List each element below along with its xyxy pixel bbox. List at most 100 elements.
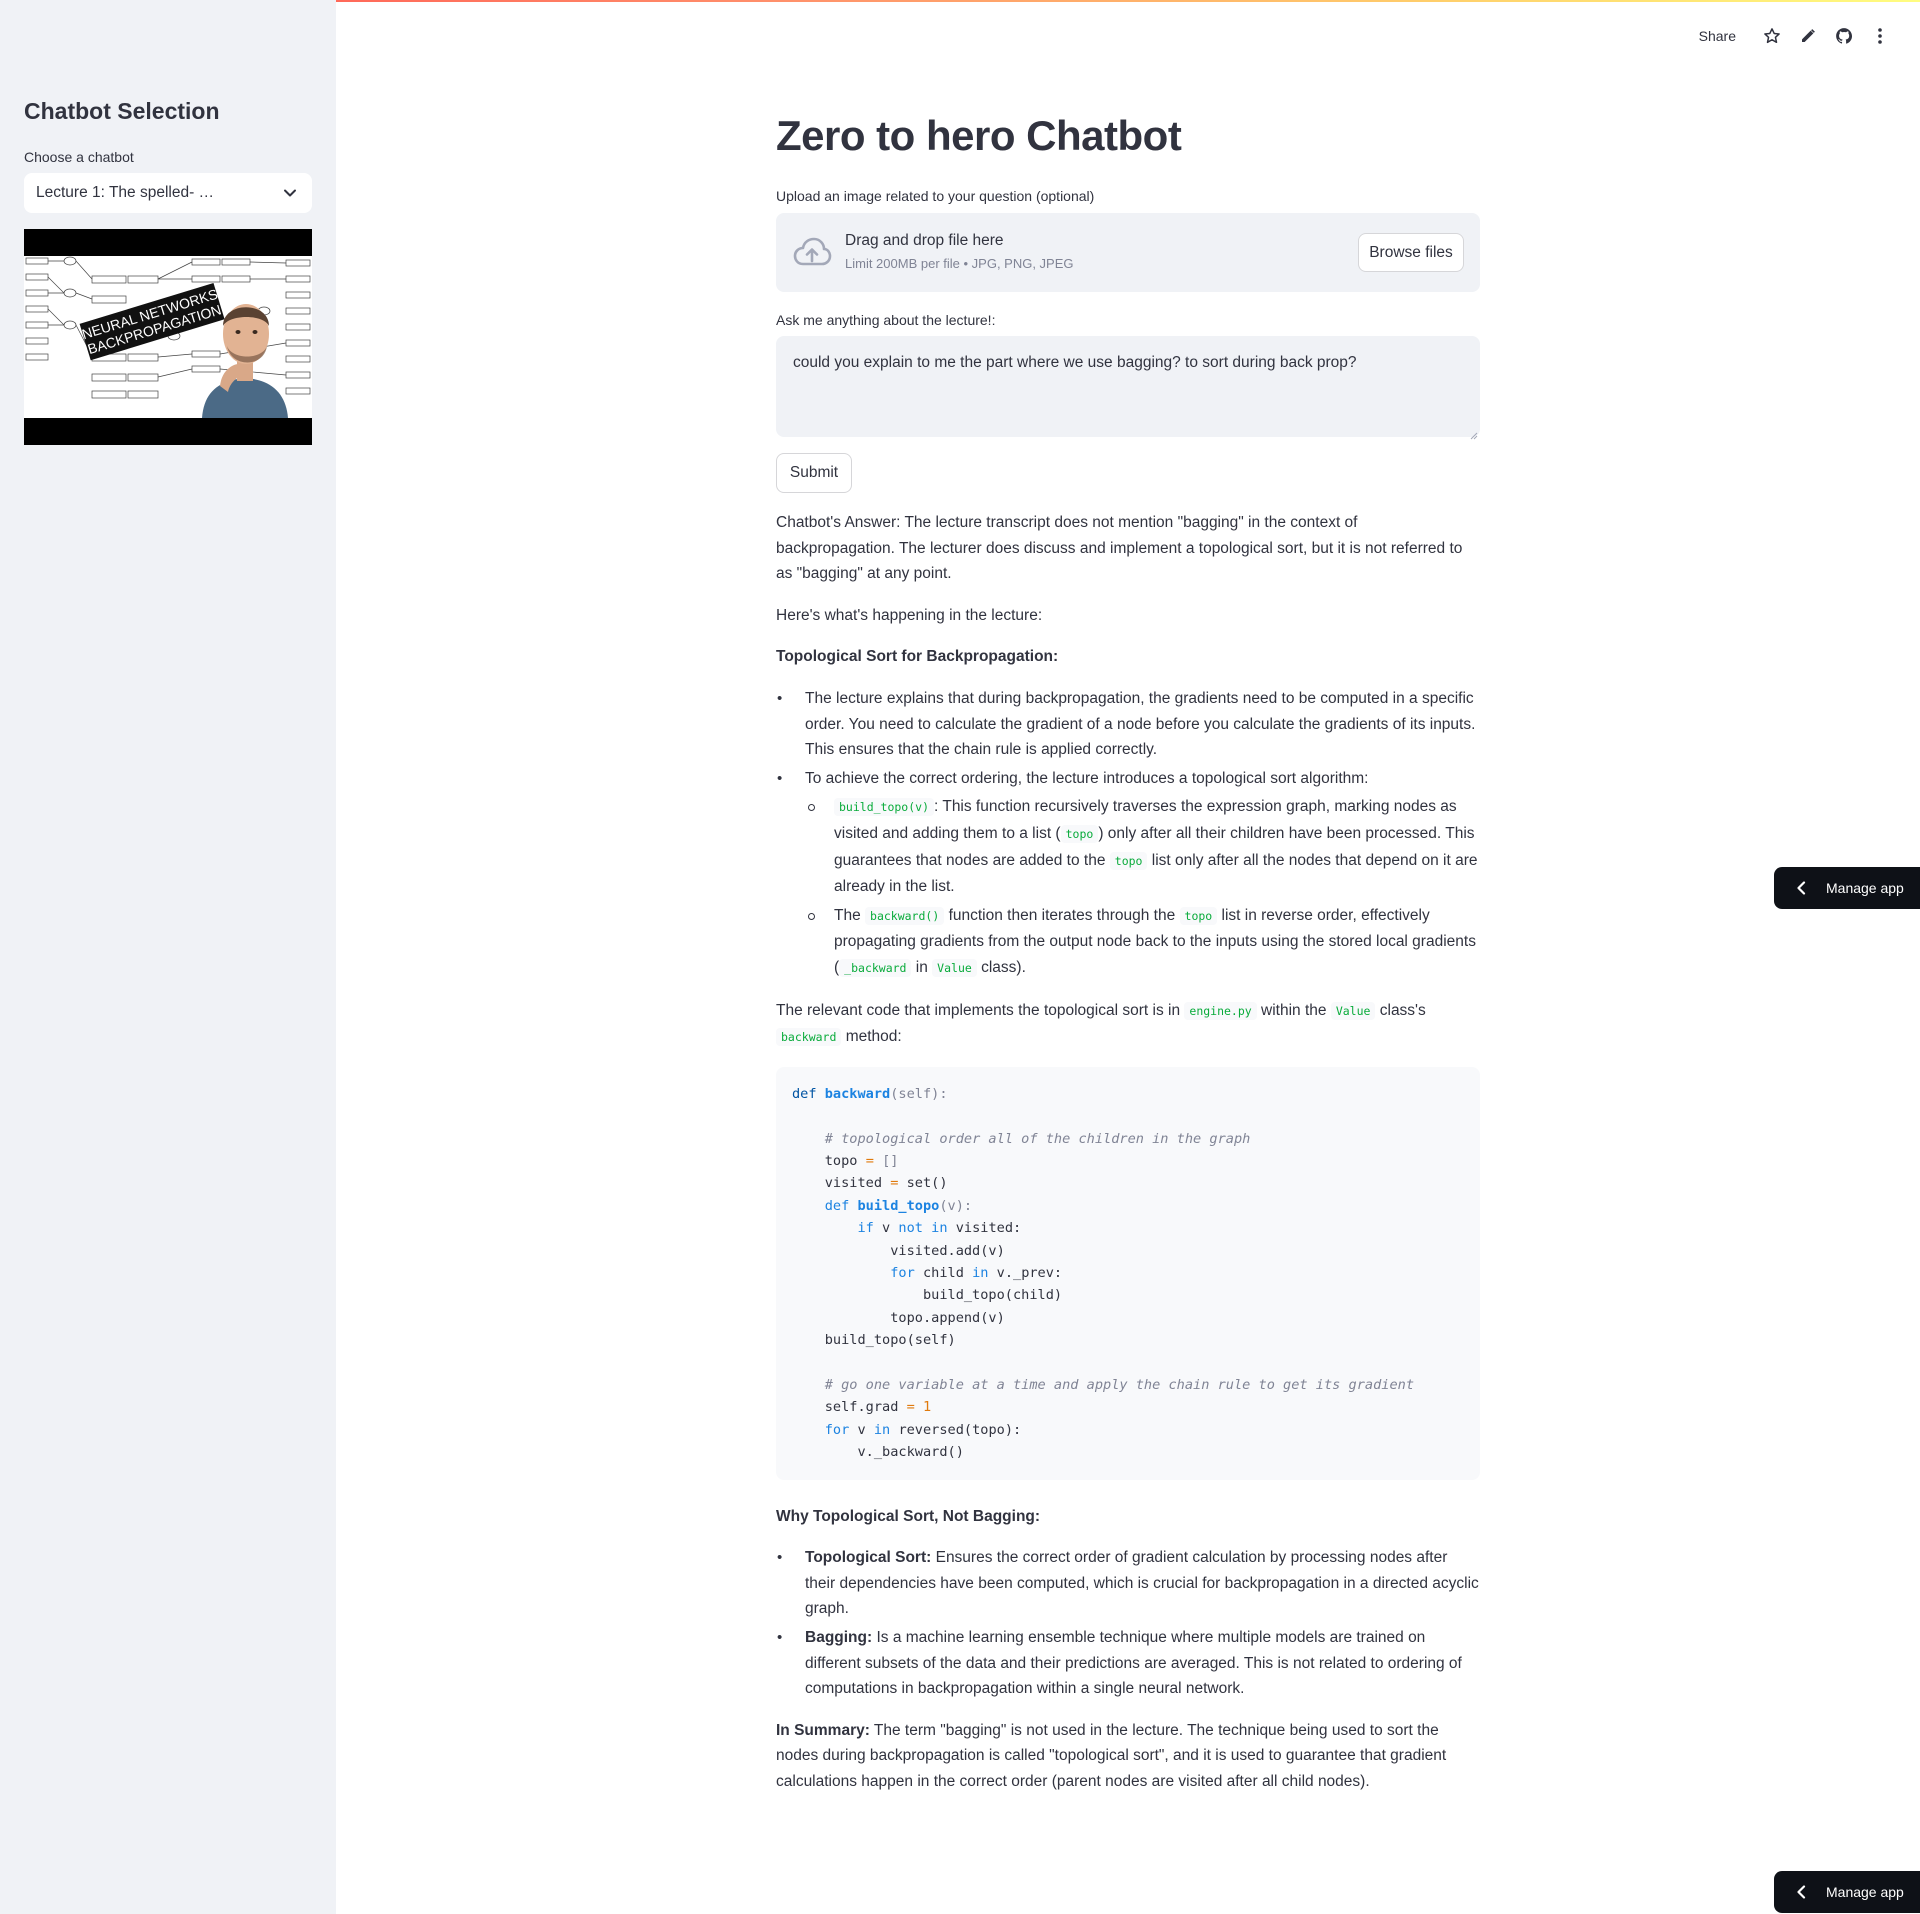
code-token: def (792, 1085, 817, 1102)
text: within the (1256, 1001, 1331, 1019)
sidebar-title: Chatbot Selection (24, 98, 220, 124)
github-icon[interactable] (1826, 24, 1862, 48)
upload-limit-text: Limit 200MB per file • JPG, PNG, JPEG (845, 256, 1074, 271)
inline-code: backward (776, 1028, 842, 1047)
chevron-down-icon (280, 183, 300, 203)
answer-intro: Chatbot's Answer: The lecture transcript… (776, 514, 1463, 583)
text: in (911, 958, 933, 976)
code-token: build_topo (857, 1197, 940, 1214)
sub-list-item: build_topo(v): This function recursively… (805, 794, 1480, 899)
list-item-text: To achieve the correct ordering, the lec… (805, 769, 1369, 787)
code-token: visited (824, 1175, 883, 1192)
code-token: build_topo(self) (824, 1332, 956, 1349)
code-token: for (824, 1421, 850, 1438)
inline-code: topo (1060, 824, 1099, 843)
star-icon[interactable] (1754, 24, 1790, 48)
inline-code: Value (1330, 1001, 1376, 1020)
file-uploader-dropzone[interactable]: Drag and drop file here Limit 200MB per … (776, 213, 1480, 292)
chatbot-answer: Chatbot's Answer: The lecture transcript… (776, 510, 1480, 1811)
list-item: The lecture explains that during backpro… (776, 686, 1480, 763)
code-token: not (898, 1220, 923, 1237)
chatbot-select-label: Choose a chatbot (24, 149, 134, 165)
code-token: self.grad (824, 1399, 899, 1416)
code-token: v (882, 1220, 891, 1237)
text: Is a machine learning ensemble technique… (805, 1628, 1462, 1698)
code-token: topo.append(v) (890, 1309, 1005, 1326)
code-token: in (931, 1220, 948, 1237)
answer-heading-why: Why Topological Sort, Not Bagging: (776, 1507, 1041, 1525)
submit-button[interactable]: Submit (776, 453, 852, 493)
code-token: reversed(topo): (898, 1421, 1022, 1438)
code-token: = (906, 1399, 915, 1416)
inline-code: engine.py (1184, 1001, 1257, 1020)
chatbot-select-value: Lecture 1: The spelled- … (36, 184, 215, 201)
code-token: set() (906, 1175, 948, 1192)
code-token: (self): (890, 1085, 948, 1102)
code-token: backward (824, 1085, 891, 1102)
summary-label: In Summary: (776, 1721, 870, 1739)
resize-handle-icon[interactable] (1470, 427, 1478, 440)
more-vertical-icon[interactable] (1862, 24, 1898, 48)
list-item-term: Bagging: (805, 1628, 873, 1646)
manage-app-label: Manage app (1826, 1884, 1904, 1900)
upload-drop-text: Drag and drop file here (845, 232, 1004, 249)
inline-code: backward() (865, 906, 945, 925)
sub-list-item: The backward() function then iterates th… (805, 903, 1480, 982)
manage-app-button[interactable]: Manage app (1774, 1871, 1920, 1913)
inline-code: Value (932, 958, 977, 977)
header-toolbar: Share (1699, 24, 1898, 48)
cloud-upload-icon (792, 235, 832, 271)
answer-code-intro: The relevant code that implements the to… (776, 998, 1480, 1051)
code-token: in (873, 1421, 891, 1438)
list-item-term: Topological Sort: (805, 1549, 932, 1567)
text: class's (1375, 1001, 1426, 1019)
inline-code: build_topo(v) (834, 798, 935, 817)
code-token: def (824, 1197, 850, 1214)
code-token: [] (882, 1152, 899, 1169)
pencil-icon[interactable] (1790, 24, 1826, 48)
text: The term "bagging" is not used in the le… (776, 1721, 1447, 1790)
inline-code: topo (1109, 851, 1148, 870)
text: method: (841, 1028, 902, 1046)
chevron-left-icon (1796, 881, 1810, 895)
inline-code: topo (1179, 906, 1218, 925)
code-token: child (922, 1264, 964, 1281)
code-token: 1 (922, 1399, 932, 1416)
question-label: Ask me anything about the lecture!: (776, 312, 996, 328)
text: function then iterates through the (944, 906, 1180, 924)
list-item: Bagging: Is a machine learning ensemble … (776, 1625, 1480, 1702)
code-token: build_topo(child) (922, 1287, 1063, 1304)
code-token: if (857, 1220, 874, 1237)
answer-list-topo: The lecture explains that during backpro… (776, 686, 1480, 982)
code-token: for (890, 1264, 915, 1281)
list-item: To achieve the correct ordering, the lec… (776, 766, 1480, 982)
text: class). (976, 958, 1026, 976)
question-textarea[interactable]: could you explain to me the part where w… (776, 336, 1480, 440)
answer-heading-topo: Topological Sort for Backpropagation: (776, 648, 1059, 666)
sidebar: Chatbot Selection Choose a chatbot Lectu… (0, 0, 336, 1914)
question-textarea-value: could you explain to me the part where w… (793, 354, 1357, 371)
text: The relevant code that implements the to… (776, 1001, 1185, 1019)
sub-list: build_topo(v): This function recursively… (805, 794, 1480, 981)
code-token: visited: (955, 1220, 1022, 1237)
code-token: v (857, 1421, 866, 1438)
browse-files-button[interactable]: Browse files (1358, 233, 1464, 272)
share-button[interactable]: Share (1699, 28, 1736, 44)
code-comment: # go one variable at a time and apply th… (824, 1376, 1415, 1393)
code-token: visited.add(v) (890, 1242, 1005, 1259)
code-block[interactable]: def backward(self): # topological order … (776, 1066, 1480, 1480)
inline-code: _backward (839, 958, 912, 977)
manage-app-button[interactable]: Manage app (1774, 867, 1920, 909)
text: The (834, 906, 866, 924)
code-token: = (890, 1175, 899, 1192)
code-token: in (972, 1264, 989, 1281)
code-comment: # topological order all of the children … (824, 1130, 1251, 1147)
answer-summary: In Summary: The term "bagging" is not us… (776, 1718, 1480, 1795)
answer-paragraph: Here's what's happening in the lecture: (776, 606, 1043, 624)
upload-label: Upload an image related to your question… (776, 188, 1095, 204)
code-token: topo (824, 1152, 858, 1169)
lecture-thumbnail: NEURAL NETWORKS BACKPROPAGATION (24, 229, 312, 445)
chatbot-select[interactable]: Lecture 1: The spelled- … (24, 173, 312, 213)
manage-app-label: Manage app (1826, 880, 1904, 896)
code-token: = (865, 1152, 874, 1169)
